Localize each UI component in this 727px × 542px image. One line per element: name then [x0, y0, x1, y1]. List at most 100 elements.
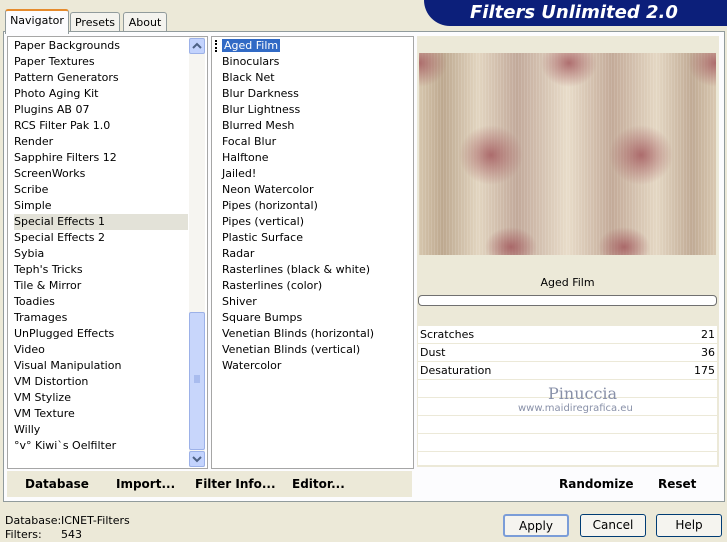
filter-item[interactable]: Square Bumps — [222, 310, 407, 326]
category-item[interactable]: Toadies — [14, 294, 188, 310]
category-item[interactable]: Special Effects 1 — [14, 214, 188, 230]
param-row-empty — [418, 416, 717, 434]
apply-button[interactable]: Apply — [503, 514, 569, 537]
filter-item[interactable]: Plastic Surface — [222, 230, 407, 246]
reset-button[interactable]: Reset — [658, 475, 696, 493]
filter-item[interactable]: Blur Darkness — [222, 86, 407, 102]
filter-item-label: Halftone — [222, 151, 269, 164]
filter-item-label: Neon Watercolor — [222, 183, 314, 196]
grip-icon — [194, 375, 200, 383]
tab-navigator[interactable]: Navigator — [5, 9, 69, 34]
filter-item[interactable]: Shiver — [222, 294, 407, 310]
category-item[interactable]: Tile & Mirror — [14, 278, 188, 294]
filter-item-label: Radar — [222, 247, 255, 260]
category-item[interactable]: °v° Kiwi`s Oelfilter — [14, 438, 188, 454]
database-button[interactable]: Database — [25, 475, 89, 493]
filter-item-label: Focal Blur — [222, 135, 277, 148]
category-scrollbar[interactable] — [189, 37, 205, 467]
param-row-empty — [418, 452, 717, 466]
filter-item[interactable]: Halftone — [222, 150, 407, 166]
filter-item-label: Venetian Blinds (vertical) — [222, 343, 361, 356]
filter-item-label: Binoculars — [222, 55, 280, 68]
category-list[interactable]: Paper Backgrounds Paper Textures Pattern G… — [14, 38, 188, 454]
filter-item-label: Rasterlines (black & white) — [222, 263, 371, 276]
category-item[interactable]: Paper Backgrounds — [14, 38, 188, 54]
randomize-button[interactable]: Randomize — [559, 475, 633, 493]
filter-item[interactable]: Venetian Blinds (vertical) — [222, 342, 407, 358]
filter-item[interactable]: Radar — [222, 246, 407, 262]
param-row-empty — [418, 434, 717, 452]
chevron-down-icon — [192, 456, 202, 463]
filter-item[interactable]: Aged Film — [222, 38, 407, 54]
category-item[interactable]: Tramages — [14, 310, 188, 326]
status-filters-value: 543 — [61, 528, 82, 541]
category-item[interactable]: Scribe — [14, 182, 188, 198]
chevron-up-icon — [192, 42, 202, 49]
filter-item[interactable]: Binoculars — [222, 54, 407, 70]
status-filters-label: Filters: — [5, 528, 42, 541]
category-item[interactable]: UnPlugged Effects — [14, 326, 188, 342]
param-label: Dust — [420, 346, 446, 359]
category-item[interactable]: Pattern Generators — [14, 70, 188, 86]
scroll-up-button[interactable] — [189, 38, 205, 54]
category-item[interactable]: Sapphire Filters 12 — [14, 150, 188, 166]
filter-item[interactable]: Pipes (horizontal) — [222, 198, 407, 214]
app-title: Filters Unlimited 2.0 — [470, 2, 678, 23]
filter-item-label: Plastic Surface — [222, 231, 303, 244]
progress-bar — [418, 295, 717, 306]
filter-item[interactable]: Neon Watercolor — [222, 182, 407, 198]
filter-item[interactable]: Blur Lightness — [222, 102, 407, 118]
param-row-scratches[interactable]: Scratches 21 — [418, 326, 717, 344]
param-row-desaturation[interactable]: Desaturation 175 — [418, 362, 717, 380]
param-label: Scratches — [420, 328, 475, 341]
category-item[interactable]: VM Texture — [14, 406, 188, 422]
tab-about[interactable]: About — [123, 12, 167, 32]
editor-button[interactable]: Editor... — [292, 475, 345, 493]
filter-item[interactable]: Rasterlines (color) — [222, 278, 407, 294]
filter-item-label: Venetian Blinds (horizontal) — [222, 327, 375, 340]
category-item[interactable]: Visual Manipulation — [14, 358, 188, 374]
category-item[interactable]: Special Effects 2 — [14, 230, 188, 246]
filter-item[interactable]: Blurred Mesh — [222, 118, 407, 134]
preview-filter-name: Aged Film — [540, 276, 595, 289]
scroll-down-button[interactable] — [189, 451, 205, 467]
filter-item-label: Shiver — [222, 295, 257, 308]
category-item[interactable]: Willy — [14, 422, 188, 438]
filter-item[interactable]: Watercolor — [222, 358, 407, 374]
category-item[interactable]: Teph's Tricks — [14, 262, 188, 278]
filter-item-label: Black Net — [222, 71, 275, 84]
category-item[interactable]: Simple — [14, 198, 188, 214]
filter-item-label: Square Bumps — [222, 311, 303, 324]
filter-item[interactable]: Focal Blur — [222, 134, 407, 150]
param-row-dust[interactable]: Dust 36 — [418, 344, 717, 362]
category-item[interactable]: RCS Filter Pak 1.0 — [14, 118, 188, 134]
cancel-button[interactable]: Cancel — [580, 514, 646, 537]
filter-item[interactable]: Rasterlines (black & white) — [222, 262, 407, 278]
filter-info-button[interactable]: Filter Info... — [195, 475, 276, 493]
filter-item[interactable]: Venetian Blinds (horizontal) — [222, 326, 407, 342]
category-item[interactable]: ScreenWorks — [14, 166, 188, 182]
preview-image — [419, 53, 716, 255]
scroll-thumb[interactable] — [189, 312, 205, 450]
help-button[interactable]: Help — [656, 514, 722, 537]
filter-item[interactable]: Jailed! — [222, 166, 407, 182]
param-label: Desaturation — [420, 364, 492, 377]
category-item[interactable]: Video — [14, 342, 188, 358]
filter-item-label: Pipes (vertical) — [222, 215, 305, 228]
category-item[interactable]: VM Stylize — [14, 390, 188, 406]
filter-item[interactable]: Black Net — [222, 70, 407, 86]
filter-item[interactable]: Pipes (vertical) — [222, 214, 407, 230]
filter-item-label: Watercolor — [222, 359, 282, 372]
category-item[interactable]: Plugins AB 07 — [14, 102, 188, 118]
category-item[interactable]: Paper Textures — [14, 54, 188, 70]
status-database-label: Database: — [5, 514, 62, 527]
category-item[interactable]: Render — [14, 134, 188, 150]
tab-presets[interactable]: Presets — [70, 12, 120, 32]
category-item[interactable]: Photo Aging Kit — [14, 86, 188, 102]
filter-item-label: Pipes (horizontal) — [222, 199, 318, 212]
filter-list[interactable]: Aged Film Binoculars Black Net Blur Darknes… — [222, 38, 407, 374]
category-item[interactable]: Sybia — [14, 246, 188, 262]
import-button[interactable]: Import... — [116, 475, 175, 493]
param-value: 36 — [701, 346, 715, 359]
category-item[interactable]: VM Distortion — [14, 374, 188, 390]
